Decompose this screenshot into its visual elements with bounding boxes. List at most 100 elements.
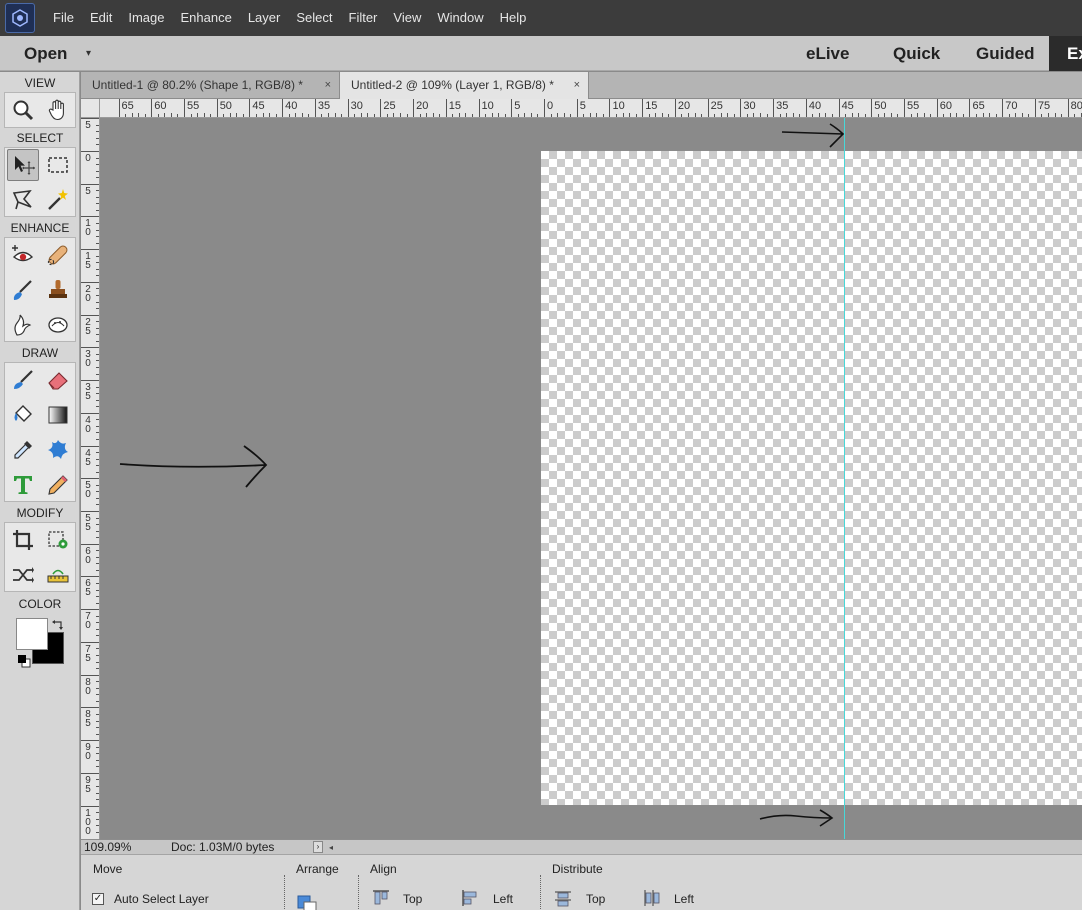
distribute-left-icon[interactable] — [642, 889, 660, 907]
type-icon — [14, 476, 32, 494]
ruler-minor-tick — [373, 114, 375, 117]
menu-help[interactable]: Help — [492, 0, 535, 36]
move-tool[interactable] — [7, 149, 39, 181]
lasso-tool[interactable] — [7, 184, 39, 216]
default-colors-icon[interactable] — [17, 654, 31, 668]
tab-expert[interactable]: Ex — [1049, 36, 1082, 71]
marquee-tool[interactable] — [42, 149, 74, 181]
ruler-label: 50 — [874, 100, 887, 112]
vertical-ruler[interactable]: 5051015202530354045505560657075808590951… — [81, 118, 100, 839]
ruler-label: 75 — [1037, 100, 1051, 112]
status-menu-arrow-icon[interactable]: › — [313, 841, 323, 853]
auto-select-layer-checkbox[interactable]: ✓ — [92, 893, 104, 905]
distribute-left-label[interactable]: Left — [674, 891, 694, 907]
tool-options-bar: Move ✓ Auto Select Layer Arrange Align T… — [81, 854, 1082, 910]
ruler-minor-tick — [96, 353, 99, 355]
menu-file[interactable]: File — [45, 0, 82, 36]
zoom-level-field[interactable]: 109.09% — [84, 840, 131, 854]
tab-quick[interactable]: Quick — [893, 36, 940, 71]
open-button[interactable]: Open — [24, 36, 67, 71]
tab-document-1[interactable]: Untitled-1 @ 80.2% (Shape 1, RGB/8) * × — [81, 72, 339, 99]
menu-image[interactable]: Image — [120, 0, 172, 36]
smart-brush-tool[interactable] — [7, 274, 39, 306]
align-top-icon[interactable] — [372, 889, 390, 907]
ruler-minor-tick — [1054, 113, 1056, 117]
menu-view[interactable]: View — [385, 0, 429, 36]
align-left-icon[interactable] — [461, 889, 479, 907]
ruler-minor-tick — [616, 114, 617, 117]
ruler-tick — [544, 99, 545, 117]
foreground-color-swatch[interactable] — [16, 618, 48, 650]
close-icon[interactable]: × — [574, 72, 580, 98]
crop-tool[interactable] — [7, 524, 39, 556]
ruler-minor-tick — [354, 114, 356, 117]
ruler-minor-tick — [96, 157, 99, 159]
smudge-tool[interactable] — [7, 309, 39, 341]
menu-filter[interactable]: Filter — [341, 0, 386, 36]
distribute-top-icon[interactable] — [554, 889, 572, 907]
hand-icon — [48, 99, 64, 121]
eraser-tool[interactable] — [42, 364, 74, 396]
gradient-tool[interactable] — [42, 399, 74, 431]
tab-elive[interactable]: eLive — [806, 36, 849, 71]
custom-shape-tool[interactable] — [42, 434, 74, 466]
type-tool[interactable] — [7, 469, 39, 501]
hand-tool[interactable] — [42, 94, 74, 126]
ruler-tick — [81, 478, 99, 480]
zoom-tool[interactable] — [7, 94, 39, 126]
magic-wand-tool[interactable] — [42, 184, 74, 216]
ruler-label: 45 — [252, 100, 265, 112]
align-left-label[interactable]: Left — [493, 891, 513, 907]
ruler-label: 60 — [154, 100, 167, 112]
menu-edit[interactable]: Edit — [82, 0, 120, 36]
paint-bucket-tool[interactable] — [7, 399, 39, 431]
ruler-minor-tick — [648, 114, 650, 117]
spot-healing-tool[interactable] — [42, 239, 74, 271]
ruler-minor-tick — [96, 530, 99, 532]
open-dropdown-icon[interactable]: ▾ — [86, 36, 91, 71]
ruler-minor-tick — [557, 113, 559, 117]
eyedropper-tool[interactable] — [7, 434, 39, 466]
horizontal-ruler[interactable]: 65 60 55 50 45 40 35 30 25 20 15 10 5 0 5 10 15 20 25 30 35 4… — [81, 99, 1082, 118]
ruler-minor-tick — [832, 114, 834, 117]
ruler-minor-tick — [190, 114, 192, 117]
menu-layer[interactable]: Layer — [240, 0, 289, 36]
app-logo-icon[interactable] — [5, 3, 35, 33]
document-canvas[interactable] — [541, 151, 1082, 805]
ruler-tick — [151, 99, 153, 117]
close-icon[interactable]: × — [325, 72, 331, 98]
red-eye-tool[interactable] — [7, 239, 39, 271]
menu-enhance[interactable]: Enhance — [173, 0, 240, 36]
align-top-label[interactable]: Top — [403, 891, 422, 907]
ruler-minor-tick — [458, 113, 460, 117]
tab-document-2[interactable]: Untitled-2 @ 109% (Layer 1, RGB/8) * × — [339, 72, 589, 99]
ruler-minor-tick — [930, 114, 932, 117]
menu-window[interactable]: Window — [429, 0, 491, 36]
pencil-tool[interactable] — [42, 469, 74, 501]
sponge-tool[interactable] — [42, 309, 74, 341]
arrange-button[interactable] — [296, 893, 326, 910]
scroll-left-icon[interactable]: ◂ — [329, 843, 333, 852]
work-area[interactable] — [100, 118, 1082, 839]
ruler-minor-tick — [818, 113, 820, 117]
swap-colors-icon[interactable] — [51, 619, 65, 631]
ruler-origin[interactable] — [81, 99, 100, 118]
straighten-tool[interactable] — [42, 559, 74, 591]
clone-stamp-tool[interactable] — [42, 274, 74, 306]
ruler-minor-tick — [96, 727, 99, 729]
ruler-minor-tick — [334, 113, 336, 117]
ruler-minor-tick — [96, 694, 99, 696]
vertical-guide[interactable] — [844, 118, 845, 839]
ruler-minor-tick — [426, 113, 428, 117]
distribute-top-label[interactable]: Top — [586, 891, 605, 907]
content-aware-move-tool[interactable] — [7, 559, 39, 591]
recompose-tool[interactable] — [42, 524, 74, 556]
ruler-minor-tick — [96, 615, 99, 617]
tab-guided[interactable]: Guided — [976, 36, 1035, 71]
menu-select[interactable]: Select — [288, 0, 340, 36]
brush-tool[interactable] — [7, 364, 39, 396]
ruler-minor-tick — [949, 113, 951, 117]
ruler-minor-tick — [733, 114, 735, 117]
ruler-minor-tick — [96, 471, 99, 473]
ruler-label: 70 — [1005, 100, 1018, 112]
